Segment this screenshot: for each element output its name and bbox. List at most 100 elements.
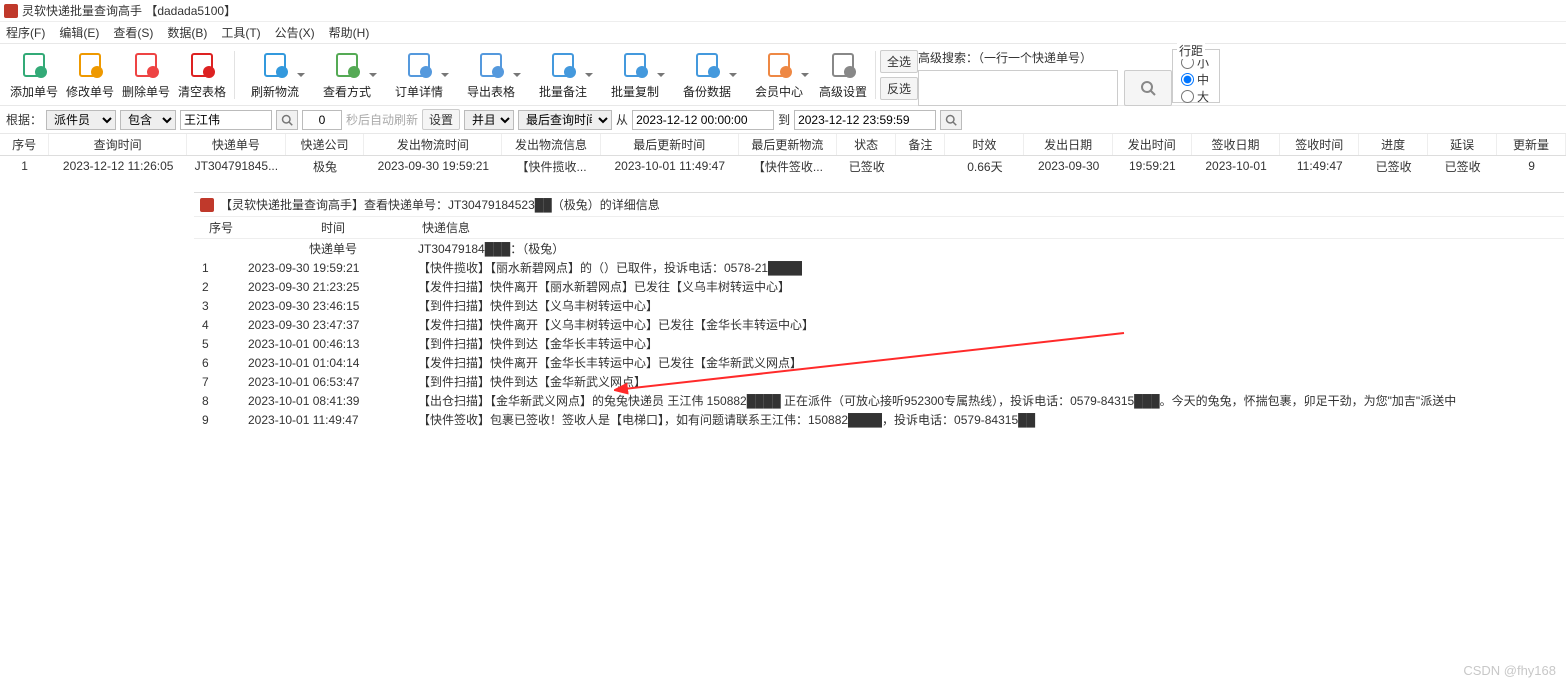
- grid-col-qtime[interactable]: 查询时间: [49, 134, 187, 155]
- advanced-search-input[interactable]: [918, 70, 1118, 106]
- logic-select[interactable]: 并且: [464, 110, 514, 130]
- advanced-search-panel: 高级搜索：（一行一个快递单号）: [918, 43, 1172, 106]
- grid-cell: 2023-09-30: [1024, 156, 1113, 176]
- detail-row[interactable]: 72023-10-01 06:53:47【到件扫描】快件到达【金华新武义网点】: [194, 372, 1564, 391]
- grid-cell: 极兔: [286, 156, 365, 176]
- from-datetime[interactable]: [632, 110, 774, 130]
- detail-cell-msg: 【出仓扫描】【金华新武义网点】的兔兔快递员 王江伟 150882████ 正在派…: [418, 392, 1560, 409]
- toolbar-label: 添加单号: [10, 83, 58, 100]
- basis-label: 根据：: [6, 111, 42, 128]
- grid-col-uinfo[interactable]: 最后更新物流: [739, 134, 837, 155]
- grid-col-stime2[interactable]: 发出时间: [1113, 134, 1192, 155]
- delete-order-button[interactable]: 删除单号: [118, 45, 174, 105]
- contain-select[interactable]: 包含: [120, 110, 176, 130]
- menu-item[interactable]: 帮助(H): [329, 24, 370, 41]
- grid-cell: 2023-10-01: [1192, 156, 1281, 176]
- batch-copy-button[interactable]: 批量复制: [599, 45, 671, 105]
- advanced-search-button[interactable]: [1124, 70, 1172, 106]
- detail-row[interactable]: 12023-09-30 19:59:21【快件揽收】【丽水新碧网点】的（）已取件…: [194, 258, 1564, 277]
- clear-table-button[interactable]: 清空表格: [174, 45, 230, 105]
- backup-button[interactable]: 备份数据: [671, 45, 743, 105]
- grid-col-note[interactable]: 备注: [896, 134, 945, 155]
- detail-row[interactable]: 42023-09-30 23:47:37【发件扫描】快件离开【义乌丰树转运中心】…: [194, 315, 1564, 334]
- detail-cell-time: 2023-10-01 01:04:14: [248, 356, 418, 370]
- detail-cell-msg: 【快件签收】包裹已签收！签收人是【电梯口】，如有问题请联系王江伟：150882█…: [418, 411, 1560, 428]
- grid-cell: 已签收: [1428, 156, 1497, 176]
- refresh-icon: [259, 49, 291, 81]
- menu-item[interactable]: 程序(F): [6, 24, 45, 41]
- grid-col-dur[interactable]: 时效: [945, 134, 1024, 155]
- query-input[interactable]: [180, 110, 272, 130]
- detail-row[interactable]: 62023-10-01 01:04:14【发件扫描】快件离开【金华长丰转运中心】…: [194, 353, 1564, 372]
- line-spacing-option[interactable]: 大: [1181, 88, 1211, 105]
- toolbar-label: 刷新物流: [251, 83, 299, 100]
- batch-note-button[interactable]: 批量备注: [527, 45, 599, 105]
- detail-cell-seq: 2: [198, 280, 248, 294]
- search-button[interactable]: [276, 110, 298, 130]
- grid-col-comp[interactable]: 快递公司: [286, 134, 365, 155]
- basis-select[interactable]: 派件员: [46, 110, 116, 130]
- settings-link[interactable]: 设置: [422, 109, 460, 130]
- note-icon: [547, 49, 579, 81]
- member-button[interactable]: 会员中心: [743, 45, 815, 105]
- grid-col-utime[interactable]: 最后更新时间: [601, 134, 739, 155]
- detail-cell-time: 2023-09-30 21:23:25: [248, 280, 418, 294]
- export-button[interactable]: 导出表格: [455, 45, 527, 105]
- select-all-button[interactable]: 全选: [880, 50, 918, 73]
- detail-row[interactable]: 82023-10-01 08:41:39【出仓扫描】【金华新武义网点】的兔兔快递…: [194, 391, 1564, 410]
- grid-col-seq[interactable]: 序号: [0, 134, 49, 155]
- toolbar-label: 批量备注: [539, 83, 587, 100]
- menu-item[interactable]: 工具(T): [221, 24, 260, 41]
- time-field-select[interactable]: 最后查询时间: [518, 110, 612, 130]
- grid-col-sinfo[interactable]: 发出物流信息: [502, 134, 600, 155]
- detail-row[interactable]: 52023-10-01 00:46:13【到件扫描】快件到达【金华长丰转运中心】: [194, 334, 1564, 353]
- grid-col-sdate[interactable]: 发出日期: [1024, 134, 1113, 155]
- grid-cell: 已签收: [837, 156, 896, 176]
- edit-order-button[interactable]: 修改单号: [62, 45, 118, 105]
- grid-cell: 【快件揽收...: [502, 156, 600, 176]
- detail-row[interactable]: 92023-10-01 11:49:47【快件签收】包裹已签收！签收人是【电梯口…: [194, 410, 1564, 429]
- menu-item[interactable]: 公告(X): [275, 24, 315, 41]
- detail-cell-time: 2023-10-01 08:41:39: [248, 394, 418, 408]
- detail-cell-msg: 【发件扫描】快件离开【金华长丰转运中心】已发往【金华新武义网点】: [418, 354, 1560, 371]
- invert-selection-button[interactable]: 反选: [880, 77, 918, 100]
- grid-col-rdate[interactable]: 签收日期: [1192, 134, 1281, 155]
- detail-col-msg: 快递信息: [418, 217, 538, 238]
- grid-row[interactable]: 12023-12-12 11:26:05JT304791845...极兔2023…: [0, 156, 1566, 176]
- pencil-icon: [74, 49, 106, 81]
- grid-col-rtime[interactable]: 签收时间: [1280, 134, 1359, 155]
- menu-item[interactable]: 查看(S): [113, 24, 153, 41]
- line-spacing-option[interactable]: 中: [1181, 71, 1211, 88]
- settings-button[interactable]: 高级设置: [815, 45, 871, 105]
- detail-cell-time: 2023-10-01 00:46:13: [248, 337, 418, 351]
- grid-col-status[interactable]: 状态: [837, 134, 896, 155]
- grid-cell: 11:49:47: [1280, 156, 1359, 176]
- detail-cell-seq: 9: [198, 413, 248, 427]
- detail-cell-time: 2023-10-01 06:53:47: [248, 375, 418, 389]
- filter-bar: 根据： 派件员 包含 秒后自动刷新 设置 并且 最后查询时间 从 到: [0, 106, 1566, 134]
- detail-row[interactable]: 22023-09-30 21:23:25【发件扫描】快件离开【丽水新碧网点】已发…: [194, 277, 1564, 296]
- grid-col-delay[interactable]: 延误: [1428, 134, 1497, 155]
- menu-item[interactable]: 编辑(E): [59, 24, 99, 41]
- grid-col-tno[interactable]: 快递单号: [187, 134, 285, 155]
- detail-row[interactable]: 32023-09-30 23:46:15【到件扫描】快件到达【义乌丰树转运中心】: [194, 296, 1564, 315]
- filter-search-button[interactable]: [940, 110, 962, 130]
- detail-cell-seq: 7: [198, 375, 248, 389]
- save-icon: [691, 49, 723, 81]
- order-detail-button[interactable]: 订单详情: [383, 45, 455, 105]
- refresh-button[interactable]: 刷新物流: [239, 45, 311, 105]
- grid-col-stime[interactable]: 发出物流时间: [364, 134, 502, 155]
- detail-cell-seq: 4: [198, 318, 248, 332]
- menu-item[interactable]: 数据(B): [167, 24, 207, 41]
- grid-cell: JT304791845...: [187, 156, 285, 176]
- to-datetime[interactable]: [794, 110, 936, 130]
- auto-refresh-label: 秒后自动刷新: [346, 111, 418, 128]
- app-icon: [200, 198, 214, 212]
- grid-cell: 【快件签收...: [739, 156, 837, 176]
- line-spacing-legend: 行距: [1177, 42, 1205, 59]
- add-order-button[interactable]: 添加单号: [6, 45, 62, 105]
- detail-grid-header: 序号 时间 快递信息: [194, 217, 1564, 239]
- view-mode-button[interactable]: 查看方式: [311, 45, 383, 105]
- grid-col-prog[interactable]: 进度: [1359, 134, 1428, 155]
- grid-col-upd[interactable]: 更新量: [1497, 134, 1566, 155]
